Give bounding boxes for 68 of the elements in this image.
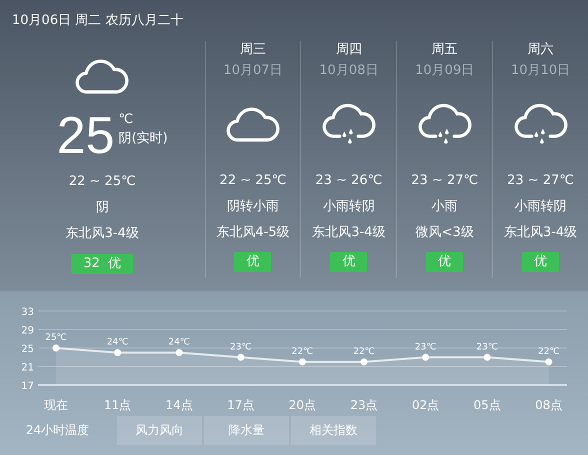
hour-label: 23点	[350, 398, 378, 412]
temperature-value-label: 24℃	[106, 338, 128, 348]
air-quality-badge: 32 优	[71, 254, 134, 274]
temperature-range: 22 ~ 25℃	[220, 172, 286, 190]
temperature-value-label: 25℃	[45, 333, 67, 343]
current-temperature: 25	[56, 107, 115, 165]
y-axis-label: 17	[21, 381, 34, 392]
y-axis-label: 29	[21, 326, 34, 336]
weather-condition: 阴转小雨	[226, 198, 279, 216]
temperature-range: 22 ~ 25℃	[68, 173, 136, 191]
current-condition: 阴(实时)	[118, 130, 168, 148]
weekday-label: 周六	[528, 41, 554, 59]
weather-condition: 小雨转阴	[322, 198, 375, 216]
air-quality-badge: 优	[522, 252, 560, 272]
weekday-label: 周三	[240, 41, 266, 59]
air-quality-badge: 优	[426, 252, 464, 272]
wind-info: 微风<3级	[416, 224, 474, 242]
data-point	[176, 349, 183, 356]
chart-tab[interactable]: 相关指数	[291, 416, 376, 445]
hour-label: 08点	[535, 398, 562, 412]
y-axis-label: 33	[21, 307, 34, 318]
temperature-value-label: 23℃	[476, 342, 498, 352]
data-point	[237, 354, 244, 361]
data-point	[545, 358, 552, 366]
data-point	[114, 349, 122, 356]
data-point	[298, 358, 306, 366]
chart-tab[interactable]: 24小时温度	[0, 416, 115, 445]
wind-info: 东北风3-4级	[312, 224, 386, 242]
chart-tab[interactable]: 风力风向	[117, 416, 202, 445]
weather-condition: 阴	[96, 199, 109, 217]
air-quality-badge: 优	[330, 252, 368, 272]
hour-label: 14点	[166, 398, 193, 412]
data-point	[484, 354, 491, 361]
weekday-label: 周四	[336, 41, 362, 59]
temperature-value-label: 22℃	[538, 346, 560, 357]
weather-condition: 小雨转阴	[514, 198, 567, 216]
wind-info: 东北风3-4级	[504, 224, 578, 242]
data-point	[422, 354, 430, 361]
y-axis-label: 21	[21, 362, 34, 374]
temperature-value-label: 23℃	[230, 342, 252, 352]
temperature-value-label: 24℃	[168, 338, 190, 348]
hour-label: 20点	[288, 398, 316, 412]
weekday-label: 周五	[432, 41, 458, 59]
y-axis-label: 25	[21, 344, 34, 355]
date-label: 10月07日	[223, 62, 283, 80]
hour-label: 17点	[227, 398, 254, 412]
hour-label: 05点	[474, 398, 501, 412]
temperature-range: 23 ~ 26℃	[315, 172, 382, 190]
data-point	[52, 344, 60, 352]
data-point	[360, 358, 368, 366]
hour-label: 现在	[44, 398, 68, 412]
wind-info: 东北风4-5级	[216, 224, 290, 242]
temperature-value-label: 22℃	[353, 346, 375, 357]
date-label: 10月10日	[511, 62, 570, 80]
date-label: 10月09日	[415, 62, 474, 80]
temperature-range: 23 ~ 27℃	[411, 172, 478, 190]
wind-info: 东北风3-4级	[66, 225, 139, 243]
hour-label: 11点	[104, 398, 132, 412]
temperature-value-label: 23℃	[414, 342, 436, 352]
hour-label: 02点	[412, 398, 440, 412]
weather-condition: 小雨	[432, 198, 458, 216]
temperature-range: 23 ~ 27℃	[507, 172, 574, 190]
temperature-unit: ℃	[118, 111, 134, 129]
chart-tab[interactable]: 降水量	[204, 416, 289, 445]
temperature-value-label: 22℃	[292, 346, 314, 357]
air-quality-badge: 优	[234, 252, 272, 272]
date-line: 10月06日 周二 农历八月二十	[12, 12, 184, 29]
date-label: 10月08日	[319, 62, 378, 80]
